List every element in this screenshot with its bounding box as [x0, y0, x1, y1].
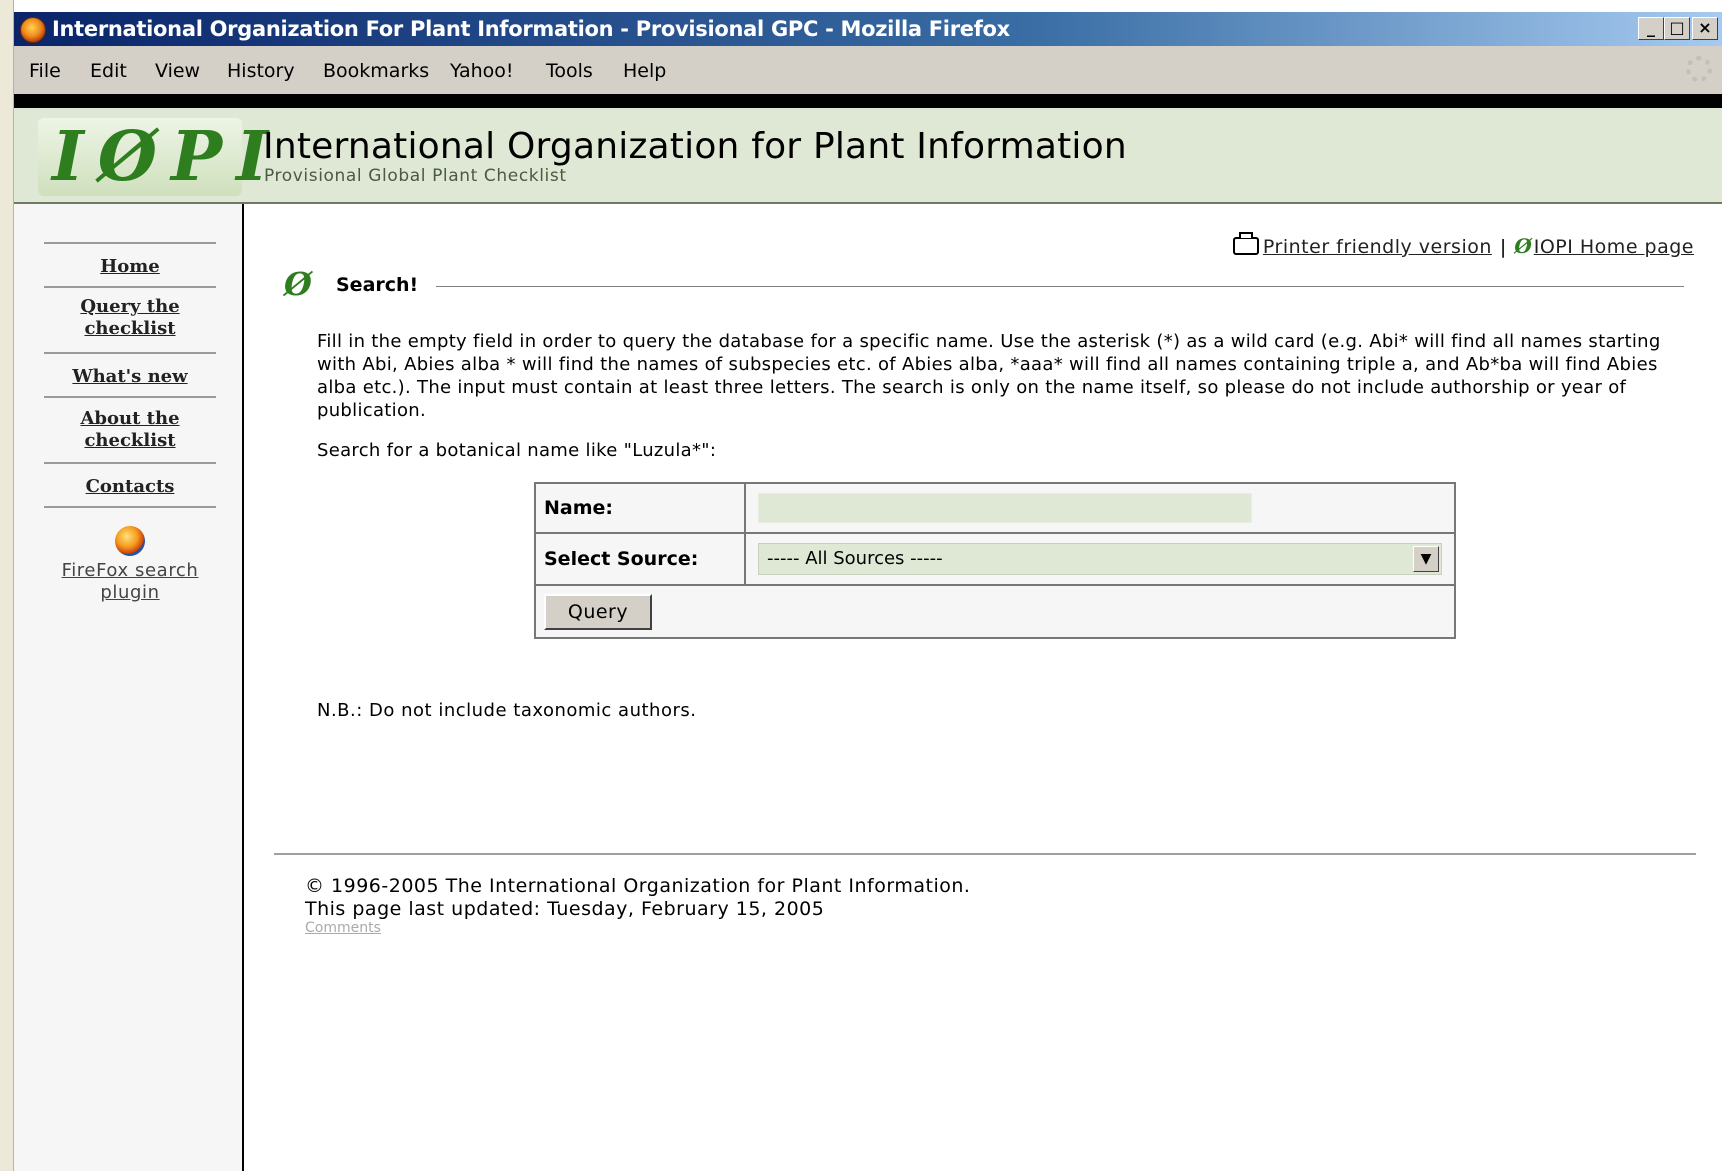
nav-divider	[44, 286, 216, 288]
source-selected-value: ----- All Sources -----	[767, 548, 943, 569]
iopi-home-link[interactable]: IOPI Home page	[1534, 236, 1694, 258]
leaf-icon: Ø	[284, 265, 312, 303]
menu-view[interactable]: View	[155, 60, 200, 82]
note-text: N.B.: Do not include taxonomic authors.	[317, 700, 697, 721]
name-input[interactable]	[758, 493, 1252, 523]
last-updated-text: This page last updated: Tuesday, Februar…	[305, 898, 825, 920]
menu-bookmarks[interactable]: Bookmarks	[323, 60, 429, 82]
title-bar[interactable]: International Organization For Plant Inf…	[14, 12, 1722, 46]
menu-yahoo[interactable]: Yahoo!	[450, 60, 514, 82]
source-label: Select Source:	[536, 534, 746, 584]
menu-help[interactable]: Help	[623, 60, 666, 82]
section-header: Ø Search!	[284, 266, 1684, 306]
sidebar: Home Query the checklist What's new Abou…	[14, 204, 244, 1171]
menu-tools[interactable]: Tools	[546, 60, 593, 82]
nav-query-checklist[interactable]: Query the checklist	[44, 296, 216, 340]
throbber-icon	[1686, 56, 1712, 82]
source-row: Select Source: ----- All Sources ----- ▼	[536, 534, 1454, 586]
firefox-icon	[20, 17, 46, 43]
search-prompt: Search for a botanical name like "Luzula…	[317, 440, 717, 461]
nav-divider	[44, 506, 216, 508]
site-title: International Organization for Plant Inf…	[263, 126, 1127, 167]
top-links: Printer friendly version | Ø IOPI Home page	[1232, 232, 1694, 258]
nav-divider	[44, 462, 216, 464]
section-title: Search!	[336, 274, 419, 296]
footer-divider	[274, 853, 1696, 855]
source-select[interactable]: ----- All Sources ----- ▼	[758, 543, 1442, 575]
firefox-icon[interactable]	[115, 526, 145, 556]
site-header: IØPI International Organization for Plan…	[14, 108, 1722, 204]
maximize-button[interactable]: □	[1664, 17, 1690, 40]
window-title: International Organization For Plant Inf…	[52, 17, 1010, 41]
minimize-button[interactable]: _	[1638, 17, 1664, 40]
link-separator: |	[1499, 236, 1507, 258]
firefox-plugin-link[interactable]: FireFox search plugin	[44, 560, 216, 604]
menu-history[interactable]: History	[227, 60, 295, 82]
menu-edit[interactable]: Edit	[90, 60, 127, 82]
printer-friendly-link[interactable]: Printer friendly version	[1263, 236, 1492, 258]
menu-bar: File Edit View History Bookmarks Yahoo! …	[14, 46, 1722, 94]
printer-icon[interactable]	[1232, 232, 1259, 255]
comments-link[interactable]: Comments	[305, 920, 381, 936]
close-button[interactable]: ×	[1692, 17, 1718, 40]
query-button[interactable]: Query	[544, 594, 652, 630]
nav-whats-new[interactable]: What's new	[44, 366, 216, 388]
toolbar-strip	[14, 94, 1722, 108]
logo-text: IØPI	[52, 117, 282, 197]
browser-window: International Organization For Plant Inf…	[0, 0, 1722, 1171]
nav-divider	[44, 396, 216, 398]
menu-file[interactable]: File	[29, 60, 61, 82]
chevron-down-icon[interactable]: ▼	[1413, 546, 1439, 572]
site-subtitle: Provisional Global Plant Checklist	[264, 166, 567, 186]
name-label: Name:	[536, 484, 746, 532]
nav-about-checklist[interactable]: About the checklist	[44, 408, 216, 452]
name-row: Name:	[536, 484, 1454, 534]
footer-text: © 1996-2005 The International Organizati…	[305, 875, 970, 921]
copyright-text: © 1996-2005 The International Organizati…	[305, 875, 971, 897]
search-instructions: Fill in the empty field in order to quer…	[317, 331, 1661, 421]
search-form: Name: Select Source: ----- All Sources -…	[534, 482, 1456, 639]
nav-divider	[44, 352, 216, 354]
leaf-icon: Ø	[1514, 234, 1532, 258]
nav-contacts[interactable]: Contacts	[44, 476, 216, 498]
nav-divider	[44, 242, 216, 244]
window-edge	[0, 0, 14, 1171]
iopi-logo[interactable]: IØPI	[38, 118, 268, 196]
section-divider	[436, 286, 1684, 287]
nav-home[interactable]: Home	[44, 256, 216, 278]
